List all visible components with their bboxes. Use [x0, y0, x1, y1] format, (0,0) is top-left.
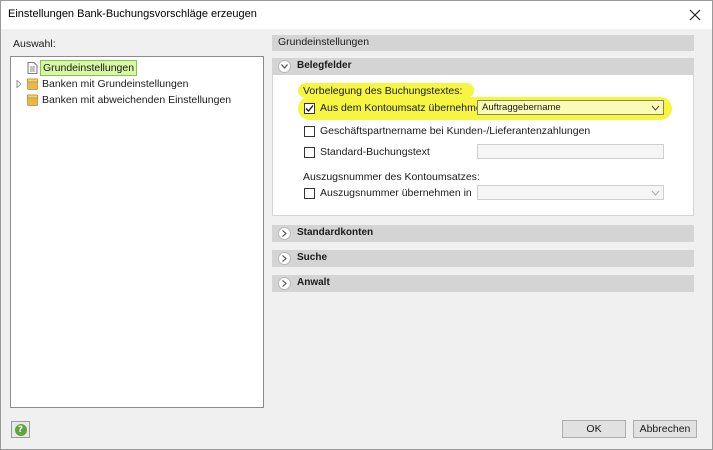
auszugsnummer-checkbox[interactable]	[304, 188, 315, 199]
section-suche[interactable]: Suche	[272, 250, 694, 267]
chevron-down-icon	[651, 190, 660, 196]
section-label: Belegfelder	[297, 60, 352, 71]
kontoumsatz-label: Aus dem Kontoumsatz übernehmen	[320, 102, 488, 114]
settings-dialog: Einstellungen Bank-Buchungsvorschläge er…	[0, 0, 713, 450]
window-title: Einstellungen Bank-Buchungsvorschläge er…	[8, 8, 257, 20]
kontoumsatz-select-value: Auftraggebername	[482, 102, 561, 113]
tree-item-banken-grundeinstellungen[interactable]: Banken mit Grundeinstellungen	[11, 76, 261, 92]
chevron-right-icon	[16, 80, 22, 88]
settings-tree: Grundeinstellungen Banken mit Grundeinst…	[10, 56, 264, 408]
tree-item-banken-abweichend[interactable]: Banken mit abweichenden Einstellungen	[11, 92, 261, 108]
kontoumsatz-checkbox[interactable]	[304, 103, 315, 114]
page-title-bar: Grundeinstellungen	[272, 35, 694, 51]
close-icon	[689, 9, 701, 21]
auszugsnummer-select[interactable]	[477, 185, 664, 200]
checkmark-icon	[305, 105, 314, 112]
chevron-right-icon	[278, 227, 291, 240]
kontoumsatz-select[interactable]: Auftraggebername	[477, 100, 664, 115]
geschaeftspartner-checkbox[interactable]	[304, 126, 315, 137]
section-belegfelder[interactable]: Belegfelder	[272, 58, 694, 75]
chevron-right-icon	[278, 252, 291, 265]
selection-label: Auswahl:	[13, 38, 56, 50]
standard-buchungstext-option[interactable]: Standard-Buchungstext	[304, 146, 454, 160]
ok-button[interactable]: OK	[562, 420, 626, 438]
expand-toggle[interactable]	[14, 76, 23, 92]
section-standardkonten[interactable]: Standardkonten	[272, 225, 694, 242]
standard-buchungstext-label: Standard-Buchungstext	[320, 146, 430, 158]
section-label: Standardkonten	[297, 227, 374, 238]
kontoumsatz-option[interactable]: Aus dem Kontoumsatz übernehmen	[304, 102, 488, 116]
help-icon: ?	[14, 423, 27, 436]
section-label: Anwalt	[297, 277, 330, 288]
page-title: Grundeinstellungen	[278, 36, 370, 48]
geschaeftspartner-option[interactable]: Geschäftspartnername bei Kunden-/Liefera…	[304, 125, 590, 139]
cancel-button[interactable]: Abbrechen	[633, 420, 697, 438]
chevron-right-icon	[278, 277, 291, 290]
auszugsnummer-label: Auszugsnummer übernehmen in	[320, 187, 472, 199]
document-icon	[27, 62, 38, 74]
auszug-group-label: Auszugsnummer des Kontoumsatzes:	[303, 171, 480, 183]
tree-item-grundeinstellungen[interactable]: Grundeinstellungen	[11, 60, 261, 76]
section-anwalt[interactable]: Anwalt	[272, 275, 694, 292]
help-button[interactable]: ?	[11, 421, 30, 438]
tree-item-label: Grundeinstellungen	[40, 60, 138, 76]
chevron-down-icon	[651, 105, 660, 111]
tree-item-label: Banken mit abweichenden Einstellungen	[42, 94, 232, 106]
auszugsnummer-option[interactable]: Auszugsnummer übernehmen in	[304, 187, 474, 201]
chevron-down-icon	[278, 60, 291, 73]
geschaeftspartner-label: Geschäftspartnername bei Kunden-/Liefera…	[320, 125, 591, 137]
close-button[interactable]	[684, 4, 706, 26]
folder-icon	[27, 78, 38, 90]
standard-buchungstext-checkbox[interactable]	[304, 147, 315, 158]
tree-item-label: Banken mit Grundeinstellungen	[42, 78, 189, 90]
belegfelder-panel: Vorbelegung des Buchungstextes: Aus dem …	[272, 75, 694, 216]
title-bar: Einstellungen Bank-Buchungsvorschläge er…	[1, 1, 712, 29]
section-label: Suche	[297, 252, 328, 263]
buchungstext-group-label: Vorbelegung des Buchungstextes:	[303, 85, 463, 97]
folder-icon	[27, 94, 38, 106]
standard-buchungstext-input[interactable]	[477, 144, 664, 159]
